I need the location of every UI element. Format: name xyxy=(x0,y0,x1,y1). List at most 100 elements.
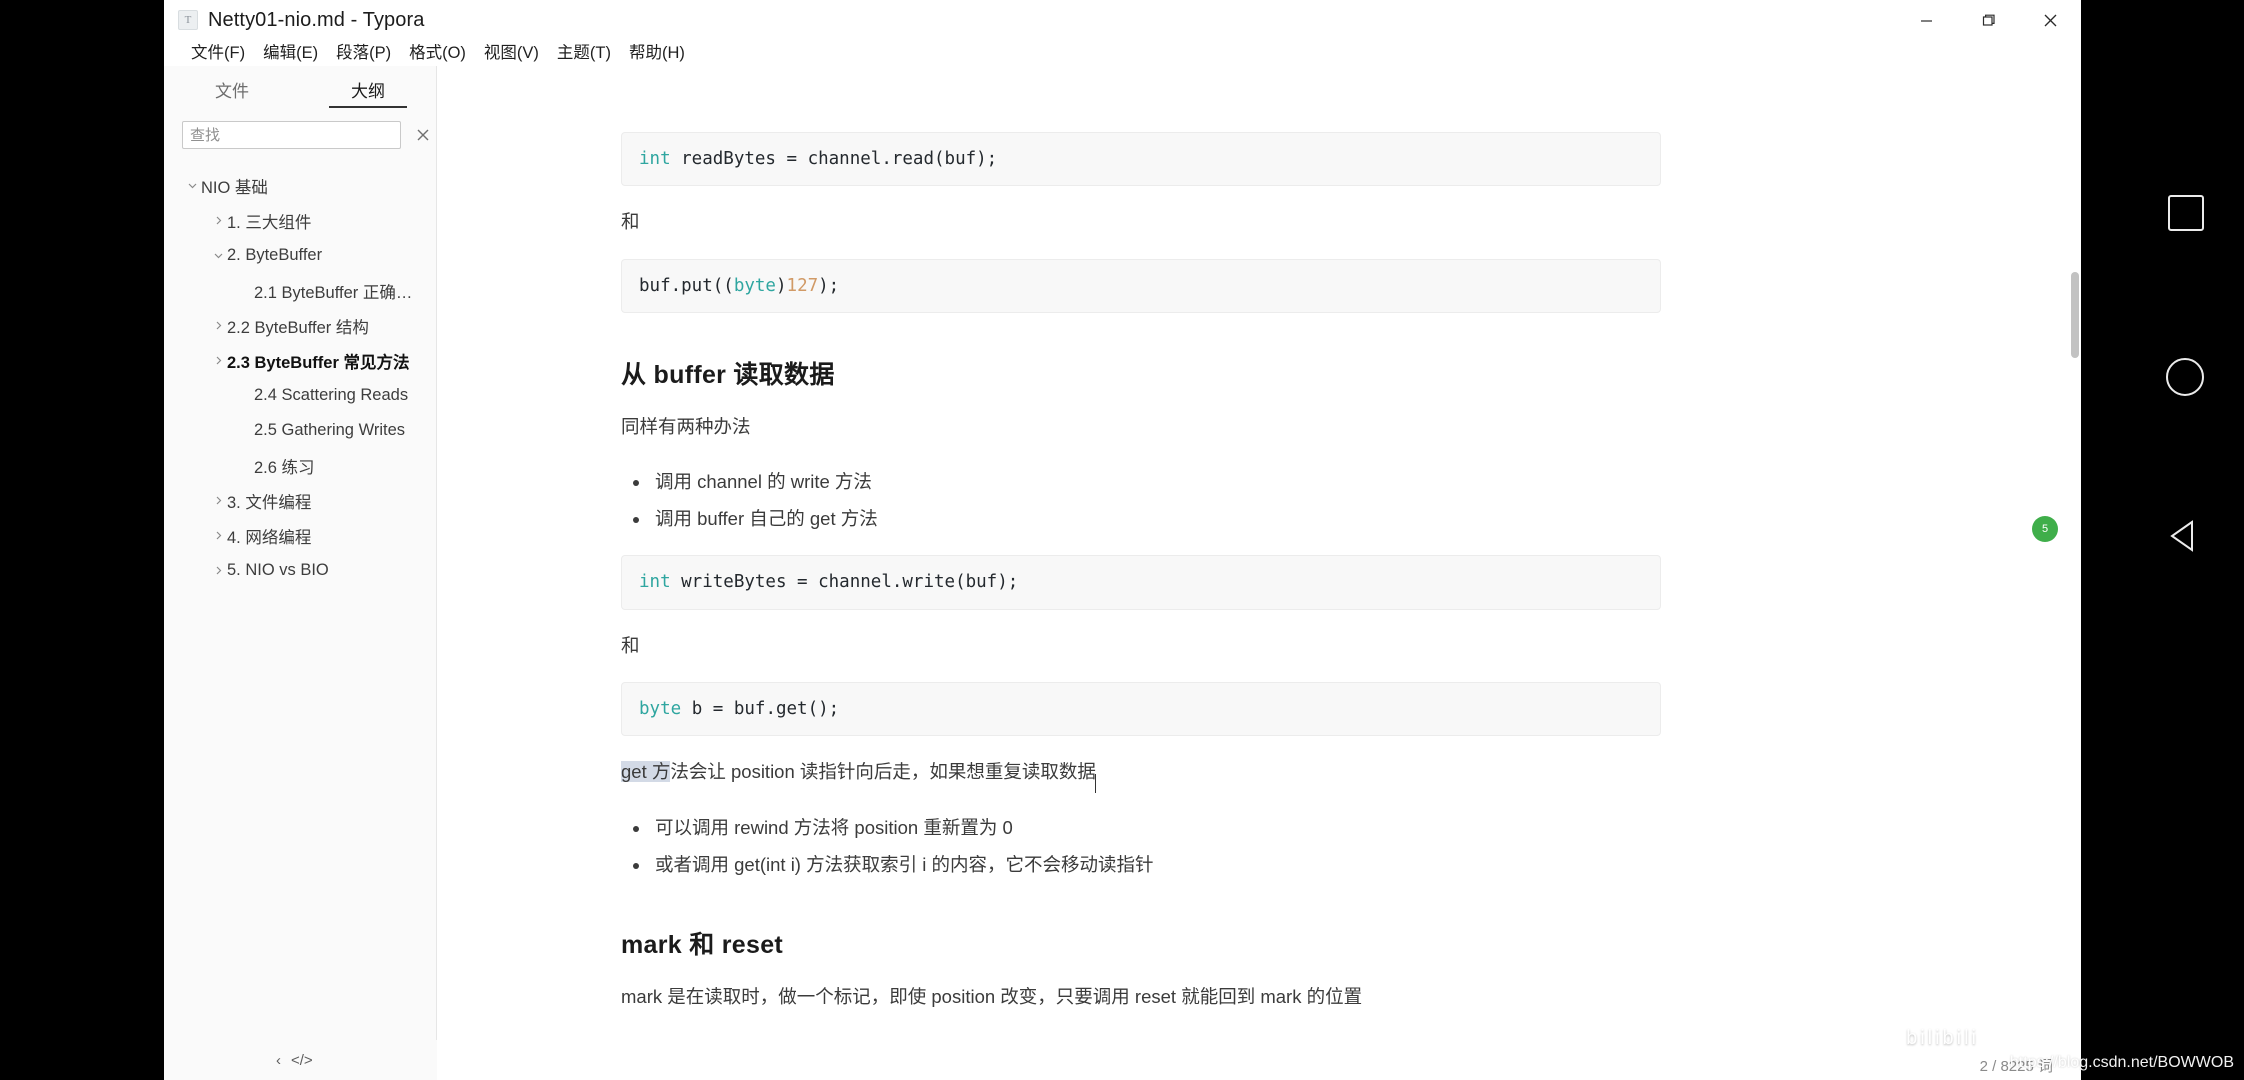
list-rewind-get: 可以调用 rewind 方法将 position 重新置为 0 或者调用 get… xyxy=(651,809,1661,883)
outline-item-label: 2.2 ByteBuffer 结构 xyxy=(227,318,369,337)
csdn-watermark: https://blog.csdn.net/BOWWOB xyxy=(2009,1054,2234,1071)
outline-item-2-5[interactable]: 2.5 Gathering Writes xyxy=(164,413,436,448)
tab-files[interactable]: 文件 xyxy=(164,66,300,112)
sidebar-tabs: 文件 大纲 xyxy=(164,66,436,112)
outline-item-label: NIO 基础 xyxy=(201,178,268,197)
chevron-right-icon[interactable] xyxy=(209,320,227,331)
code-text: b = buf.get(); xyxy=(681,698,840,719)
notification-badge[interactable]: 5 xyxy=(2032,516,2058,542)
chevron-left-icon[interactable]: ‹ xyxy=(276,1052,281,1069)
square-overlay-icon[interactable] xyxy=(2168,195,2204,231)
code-block-put[interactable]: buf.put((byte)127); xyxy=(621,258,1661,313)
scrollbar-thumb[interactable] xyxy=(2071,272,2079,358)
code-keyword: byte xyxy=(639,698,682,719)
outline-item-label: 1. 三大组件 xyxy=(227,213,312,232)
paragraph-get-position: get 方法会让 position 读指针向后走，如果想重复读取数据 xyxy=(621,756,1661,794)
outline-item-2-4[interactable]: 2.4 Scattering Reads xyxy=(164,378,436,413)
outline-item-4[interactable]: 4. 网络编程 xyxy=(164,518,436,553)
paragraph-he-2: 和 xyxy=(621,634,640,656)
paragraph-mark-desc: mark 是在读取时，做一个标记，即使 position 改变，只要调用 res… xyxy=(621,985,1363,1007)
screen: T Netty01-nio.md - Typora 文件(F) 编辑(E) 段落… xyxy=(0,0,2244,1080)
close-icon xyxy=(2044,14,2056,26)
outline-item-2-3[interactable]: 2.3 ByteBuffer 常见方法 xyxy=(164,343,436,378)
editor-pane[interactable]: int readBytes = channel.read(buf); 和 buf… xyxy=(437,66,2081,1080)
bilibili-watermark: bilibili bilibili xyxy=(1906,1023,2060,1054)
outline-item-label: 2. ByteBuffer xyxy=(227,246,323,264)
list-item: 调用 buffer 自己的 get 方法 xyxy=(651,500,1661,537)
menu-file[interactable]: 文件(F) xyxy=(182,40,254,66)
outline-item-1[interactable]: 1. 三大组件 xyxy=(164,203,436,238)
document: int readBytes = channel.read(buf); 和 buf… xyxy=(437,66,2081,1013)
editor-scrollbar[interactable] xyxy=(2068,66,2081,1080)
outline-item-2[interactable]: 2. ByteBuffer xyxy=(164,238,436,273)
paragraph-rest: 法会让 position 读指针向后走，如果想重复读取数据 xyxy=(670,761,1096,783)
source-code-icon[interactable]: </> xyxy=(291,1052,313,1069)
tab-outline[interactable]: 大纲 xyxy=(300,66,436,112)
outline-item-label: 2.6 练习 xyxy=(254,458,315,477)
menu-paragraph[interactable]: 段落(P) xyxy=(327,40,400,66)
window-title: Netty01-nio.md - Typora xyxy=(208,8,425,31)
outline-item-2-2[interactable]: 2.2 ByteBuffer 结构 xyxy=(164,308,436,343)
sidebar-search-row xyxy=(164,112,436,158)
menu-bar: 文件(F) 编辑(E) 段落(P) 格式(O) 视图(V) 主题(T) 帮助(H… xyxy=(164,40,2081,66)
triangle-overlay-icon[interactable] xyxy=(2166,517,2204,555)
list-item: 可以调用 rewind 方法将 position 重新置为 0 xyxy=(651,809,1661,846)
maximize-button[interactable] xyxy=(1957,0,2019,40)
outline-item-label: 2.5 Gathering Writes xyxy=(254,421,406,439)
outline-item-2-6[interactable]: 2.6 练习 xyxy=(164,448,436,483)
chevron-right-icon[interactable] xyxy=(209,495,227,506)
chevron-right-icon[interactable] xyxy=(209,215,227,226)
chevron-right-icon[interactable] xyxy=(209,530,227,541)
code-keyword: int xyxy=(639,572,671,593)
chevron-right-icon[interactable] xyxy=(209,355,227,366)
paragraph-two-ways: 同样有两种办法 xyxy=(621,415,751,437)
code-text: ) xyxy=(775,275,787,296)
close-icon xyxy=(417,129,429,141)
title-bar: T Netty01-nio.md - Typora xyxy=(164,0,2081,40)
heading-read-from-buffer: 从 buffer 读取数据 xyxy=(621,360,835,389)
chevron-down-icon[interactable] xyxy=(183,180,201,191)
code-keyword: int xyxy=(639,149,671,169)
app-icon: T xyxy=(178,10,198,30)
minimize-icon xyxy=(1920,19,1932,22)
code-block-write[interactable]: int writeBytes = channel.write(buf); xyxy=(621,555,1661,610)
code-keyword: byte xyxy=(733,275,776,296)
menu-help[interactable]: 帮助(H) xyxy=(620,40,694,66)
code-text: readBytes = channel.read(buf); xyxy=(670,149,998,169)
search-box[interactable] xyxy=(182,121,401,149)
outline-item-label: 5. NIO vs BIO xyxy=(227,561,329,579)
heading-mark-reset: mark 和 reset xyxy=(621,930,784,959)
typora-window: T Netty01-nio.md - Typora 文件(F) 编辑(E) 段落… xyxy=(164,0,2081,1080)
outline-item-2-1[interactable]: 2.1 ByteBuffer 正确使用姿势 xyxy=(164,273,436,308)
outline-item-label: 2.4 Scattering Reads xyxy=(254,386,409,404)
menu-format[interactable]: 格式(O) xyxy=(400,40,475,66)
code-block-get[interactable]: byte b = buf.get(); xyxy=(621,681,1661,737)
code-number: 127 xyxy=(786,275,819,296)
outline-item-label: 2.3 ByteBuffer 常见方法 xyxy=(227,353,410,372)
outline-item-label: 2.1 ByteBuffer 正确使用姿势 xyxy=(254,283,428,302)
minimize-button[interactable] xyxy=(1895,0,1957,40)
code-block-read[interactable]: int readBytes = channel.read(buf); xyxy=(621,132,1661,187)
search-input[interactable] xyxy=(190,126,393,144)
search-clear-button[interactable] xyxy=(411,122,436,148)
outline-item-5[interactable]: 5. NIO vs BIO xyxy=(164,553,436,588)
paragraph-he-1: 和 xyxy=(621,211,640,233)
sidebar: 文件 大纲 查找 NIO 基础 1. 三大组件 2. ByteBuffer 2.… xyxy=(164,66,437,1080)
selected-text: get 方 xyxy=(621,761,671,783)
bilibili-text: bilibili xyxy=(1906,1027,1979,1049)
chevron-right-icon[interactable] xyxy=(209,565,227,576)
close-button[interactable] xyxy=(2019,0,2081,40)
chevron-down-icon[interactable] xyxy=(209,250,227,261)
outline-item-nio-basics[interactable]: NIO 基础 xyxy=(164,168,436,203)
list-read-methods: 调用 channel 的 write 方法 调用 buffer 自己的 get … xyxy=(651,463,1661,537)
circle-overlay-icon[interactable] xyxy=(2166,358,2204,396)
outline-item-3[interactable]: 3. 文件编程 xyxy=(164,483,436,518)
code-text: ); xyxy=(818,275,840,296)
code-text: buf.put(( xyxy=(639,275,734,296)
code-text: writeBytes = channel.write(buf); xyxy=(670,572,1019,593)
list-item: 或者调用 get(int i) 方法获取索引 i 的内容，它不会移动读指针 xyxy=(651,846,1661,883)
bilibili-logo: bilibili xyxy=(1989,1023,2060,1053)
menu-theme[interactable]: 主题(T) xyxy=(548,40,620,66)
menu-edit[interactable]: 编辑(E) xyxy=(254,40,327,66)
menu-view[interactable]: 视图(V) xyxy=(475,40,548,66)
